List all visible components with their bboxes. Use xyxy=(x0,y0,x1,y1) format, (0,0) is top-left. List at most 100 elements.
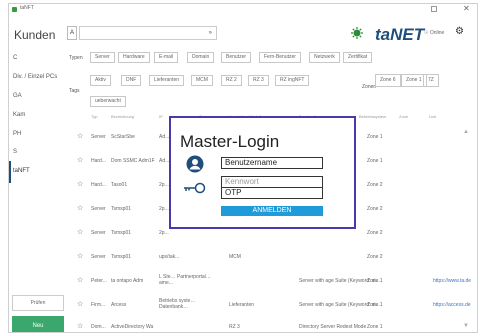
window-title: taNFT xyxy=(20,5,34,11)
star-icon[interactable]: ☆ xyxy=(77,132,83,140)
star-icon[interactable]: ☆ xyxy=(77,228,83,236)
row-c3: 2p... xyxy=(159,206,169,212)
row-type: Hard... xyxy=(91,182,107,188)
row-zone: Zone 1 xyxy=(367,278,383,284)
row-c4: RZ 3 xyxy=(229,324,240,330)
sidebar: C Div. / Einzel PCs GA Kam PH S taNFT Pr… xyxy=(9,48,69,332)
table-row[interactable]: ☆ Server Tsmsp01 ups/tak... MCM Zone 2 xyxy=(69,246,471,270)
chip-7z[interactable]: 7Z xyxy=(423,74,439,87)
star-icon[interactable]: ☆ xyxy=(77,204,83,212)
tanet-logo-text: taNET xyxy=(375,25,425,44)
anmelden-button[interactable]: ANMELDEN xyxy=(221,206,323,216)
chip-hardware[interactable]: Hardware xyxy=(118,52,150,63)
row-c3: Ad... xyxy=(159,134,170,140)
filter-all-button[interactable]: A xyxy=(67,26,77,40)
row-type: Server xyxy=(91,254,106,260)
username-field[interactable]: Benutzername xyxy=(221,157,323,169)
row-type: Server xyxy=(91,134,106,140)
chip-domain[interactable]: Domain xyxy=(187,52,215,63)
star-icon[interactable]: ☆ xyxy=(77,252,83,260)
otp-field[interactable]: OTP xyxy=(221,187,323,199)
page-title: Kunden xyxy=(14,28,56,42)
close-icon[interactable]: ✕ xyxy=(463,4,470,13)
sidebar-item-div-einzel-pcs[interactable]: Div. / Einzel PCs xyxy=(13,74,57,80)
chip-email[interactable]: E-mail xyxy=(154,52,179,63)
row-name: ActiveDirectory Wa xyxy=(111,324,154,330)
chip-fern-benutzer[interactable]: Fern-Benutzer xyxy=(259,52,301,63)
sidebar-item-ga[interactable]: GA xyxy=(13,93,22,99)
sidebar-item-tanft[interactable]: taNFT xyxy=(13,168,30,174)
row-zone: Zone 1 xyxy=(367,134,383,140)
minimize-icon[interactable] xyxy=(431,6,437,12)
row-c3: L Ste… Partnerportal… ame... xyxy=(159,274,211,286)
tags-label: Tags xyxy=(69,88,80,94)
chip-aktiv[interactable]: Aktiv xyxy=(90,75,111,86)
tanet-logo-icon xyxy=(351,27,363,39)
col-betriebssystem[interactable]: Betriebssystem xyxy=(359,114,386,119)
col-zone[interactable]: Zone xyxy=(399,114,408,119)
row-c4: Lieferanten xyxy=(229,302,255,308)
row-name: Dom SSMC Adm1F xyxy=(111,158,155,164)
row-c3: 2p... xyxy=(159,230,169,236)
star-icon[interactable]: ☆ xyxy=(77,180,83,188)
chip-benutzer[interactable]: Benutzer xyxy=(221,52,252,63)
chip-rz-ingnft[interactable]: RZ ingNFT xyxy=(275,75,310,86)
scroll-down-icon[interactable]: ▼ xyxy=(463,323,469,329)
row-type: Firm... xyxy=(91,302,106,308)
col-link[interactable]: Link xyxy=(429,114,436,119)
neu-button[interactable]: Neu xyxy=(12,316,64,332)
chip-ueberwacht[interactable]: ueberwacht xyxy=(90,96,126,107)
row-c3: Betriebs syste… Datenbank… xyxy=(159,298,196,310)
search-input[interactable]: » xyxy=(79,26,217,40)
table-row[interactable]: ☆ Firm... Arcess Betriebs syste… Datenba… xyxy=(69,294,471,318)
col-ip[interactable]: IP xyxy=(159,114,163,119)
master-login-dialog: Master-Login Benutzername Kennwort OTP A… xyxy=(169,116,356,229)
active-indicator xyxy=(9,161,11,183)
table-scrollbar[interactable]: ▲ ▼ xyxy=(463,129,469,329)
col-typ[interactable]: Typ xyxy=(91,114,97,119)
sidebar-item-kam[interactable]: Kam xyxy=(13,112,25,118)
row-type: Hard... xyxy=(91,158,107,164)
row-zone: Zone 2 xyxy=(367,206,383,212)
online-status: ☉ Online xyxy=(424,30,445,36)
row-type: Server xyxy=(91,206,106,212)
scroll-up-icon[interactable]: ▲ xyxy=(463,129,469,135)
chip-zertifikat[interactable]: Zertifikat xyxy=(343,52,373,63)
table-row[interactable]: ☆ Dom... ActiveDirectory Wa RZ 3 Directo… xyxy=(69,316,471,332)
row-c3: 2p... xyxy=(159,182,169,188)
sidebar-item-ph[interactable]: PH xyxy=(13,131,21,137)
gear-icon[interactable]: ⚙ xyxy=(455,26,464,37)
chip-rz2[interactable]: RZ 2 xyxy=(221,75,242,86)
table-row[interactable]: ☆ Peter... ta ontapo Adm L Ste… Partnerp… xyxy=(69,270,471,294)
row-c4: MCM xyxy=(229,254,241,260)
row-zone: Zone 2 xyxy=(367,230,383,236)
chip-lieferanten[interactable]: Lieferanten xyxy=(149,75,185,86)
row-c5: Directory Server Redest Mode xyxy=(299,324,367,330)
search-chevron-icon[interactable]: » xyxy=(209,27,212,39)
col-bezeichnung[interactable]: Bezeichnung xyxy=(111,114,134,119)
row-type: Server xyxy=(91,230,106,236)
row-type: Dom... xyxy=(91,324,106,330)
app-logo-icon xyxy=(12,7,17,12)
chip-mcm[interactable]: MCM xyxy=(191,75,213,86)
chip-dnf[interactable]: DNF xyxy=(121,75,142,86)
row-name: ta ontapo Adm xyxy=(111,278,144,284)
star-icon[interactable]: ☆ xyxy=(77,276,83,284)
app-window: taNFT ✕ Kunden A » taNET ☉ Online ⚙ C Di… xyxy=(8,3,478,333)
star-icon[interactable]: ☆ xyxy=(77,156,83,164)
star-icon[interactable]: ☆ xyxy=(77,322,83,330)
sidebar-item-c[interactable]: C xyxy=(13,55,17,61)
row-zone: Zone 2 xyxy=(367,254,383,260)
key-icon xyxy=(184,182,206,194)
row-zone: Zone 1 xyxy=(367,302,383,308)
pruefen-button[interactable]: Prüfen xyxy=(12,295,64,311)
chip-rz3[interactable]: RZ 3 xyxy=(248,75,269,86)
chip-zone-6[interactable]: Zone 6 xyxy=(375,74,401,87)
row-name: Tsmsp01 xyxy=(111,230,132,236)
title-bar: taNFT ✕ xyxy=(9,4,477,16)
chip-server[interactable]: Server xyxy=(90,52,115,63)
row-c3: ups/tak... xyxy=(159,254,180,260)
star-icon[interactable]: ☆ xyxy=(77,300,83,308)
sidebar-item-s[interactable]: S xyxy=(13,149,17,155)
chip-netzwerk[interactable]: Netzwerk xyxy=(309,52,340,63)
